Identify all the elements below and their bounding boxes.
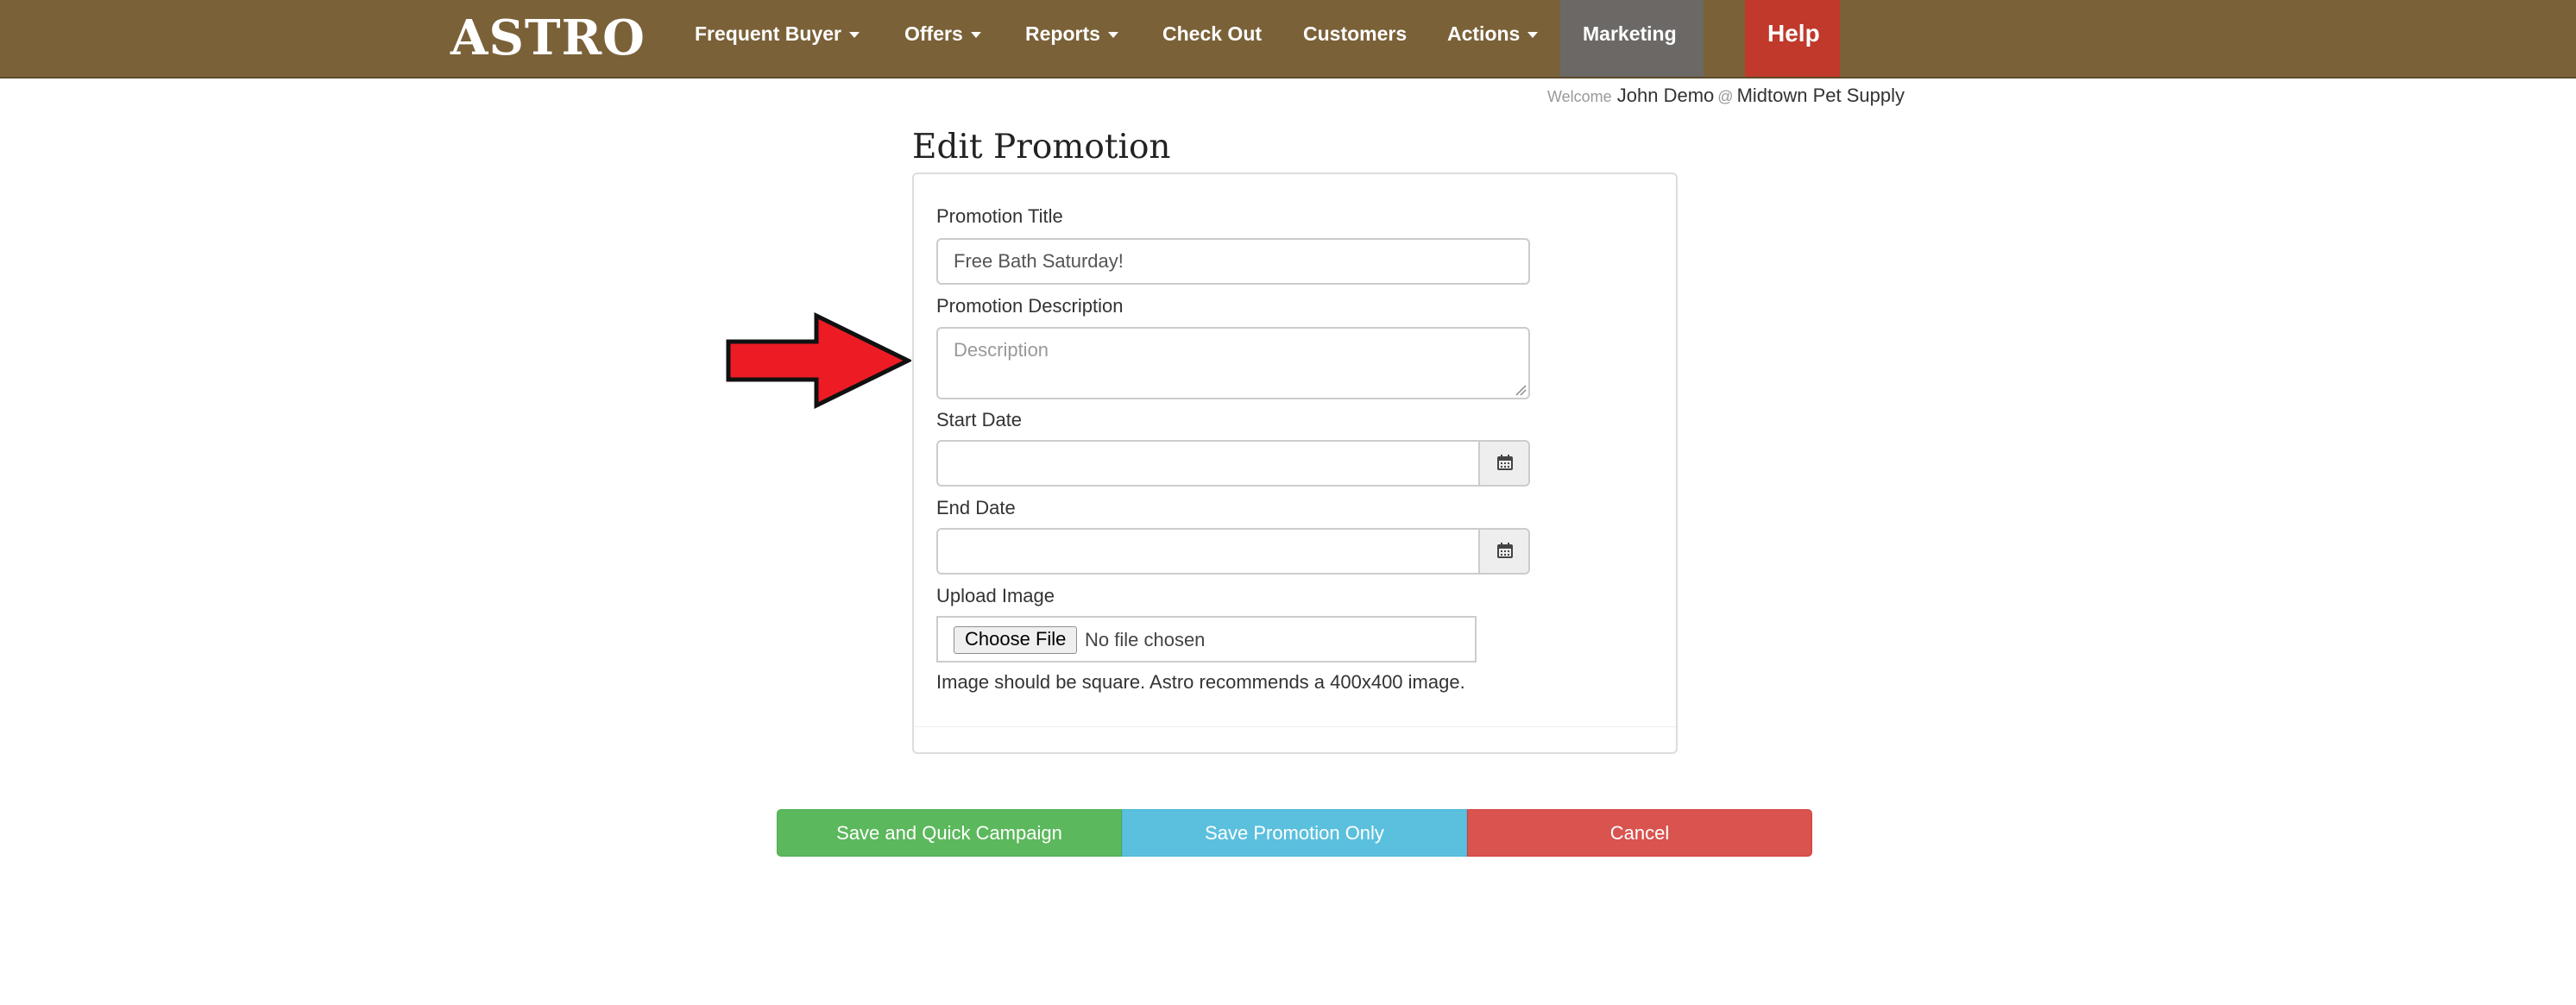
caret-down-icon [970,32,981,39]
nav-frequent-buyer-label: Frequent Buyer [695,22,841,45]
nav-check-out[interactable]: Check Out [1162,0,1262,77]
upload-image-label: Upload Image [936,585,1055,606]
promotion-description-textarea[interactable]: Description [936,327,1530,399]
nav-reports-label: Reports [1025,22,1100,45]
start-date-label: Start Date [936,409,1023,430]
calendar-icon [1497,455,1513,470]
promotion-description-label: Promotion Description [936,295,1124,317]
image-help-text: Image should be square. Astro recommends… [936,671,1465,693]
welcome-line: Welcome John Demo @ Midtown Pet Supply [1547,85,1905,107]
nav-customers-label: Customers [1303,22,1408,45]
caret-down-icon [1527,32,1539,39]
cancel-button[interactable]: Cancel [1467,809,1812,857]
nav-reports[interactable]: Reports [1025,0,1118,77]
page-title: Edit Promotion [912,128,1171,166]
promotion-form-panel: Promotion Title Free Bath Saturday! Prom… [912,173,1678,754]
nav-marketing-label: Marketing [1583,22,1677,45]
end-date-input[interactable] [936,528,1480,575]
nav-frequent-buyer[interactable]: Frequent Buyer [695,0,860,77]
nav-offers[interactable]: Offers [904,0,981,77]
promotion-title-input[interactable]: Free Bath Saturday! [936,238,1530,285]
end-date-calendar-button[interactable] [1478,528,1530,575]
file-status-text: No file chosen [1085,629,1206,650]
caret-down-icon [848,32,860,39]
upload-image-input: Choose File No file chosen [936,616,1477,663]
promotion-title-label: Promotion Title [936,205,1063,227]
help-button-label: Help [1767,20,1820,47]
resize-handle-icon[interactable] [1515,384,1527,396]
choose-file-button[interactable]: Choose File [954,626,1078,654]
description-placeholder: Description [954,339,1049,361]
nav-offers-label: Offers [904,22,963,45]
calendar-icon [1497,543,1513,558]
start-date-calendar-button[interactable] [1478,440,1530,487]
nav-customers[interactable]: Customers [1303,0,1407,77]
nav-actions[interactable]: Actions [1447,0,1539,77]
astro-logo[interactable]: ASTRO [450,10,646,66]
welcome-store: Midtown Pet Supply [1736,85,1905,106]
save-promotion-only-button[interactable]: Save Promotion Only [1122,809,1467,857]
end-date-label: End Date [936,497,1016,518]
welcome-prefix: Welcome [1546,88,1612,105]
nav-marketing[interactable]: Marketing [1560,0,1704,77]
nav-check-out-label: Check Out [1162,22,1263,45]
welcome-at: @ [1717,88,1734,105]
help-button[interactable]: Help [1745,0,1840,77]
save-and-quick-campaign-button[interactable]: Save and Quick Campaign [777,809,1122,857]
top-navbar: ASTRO Frequent Buyer Offers Reports Chec… [0,0,2576,79]
caret-down-icon [1107,32,1118,39]
welcome-user: John Demo [1616,85,1715,106]
start-date-input[interactable] [936,440,1480,487]
nav-actions-label: Actions [1447,22,1521,45]
red-arrow-icon [726,312,911,409]
panel-footer [914,726,1676,752]
